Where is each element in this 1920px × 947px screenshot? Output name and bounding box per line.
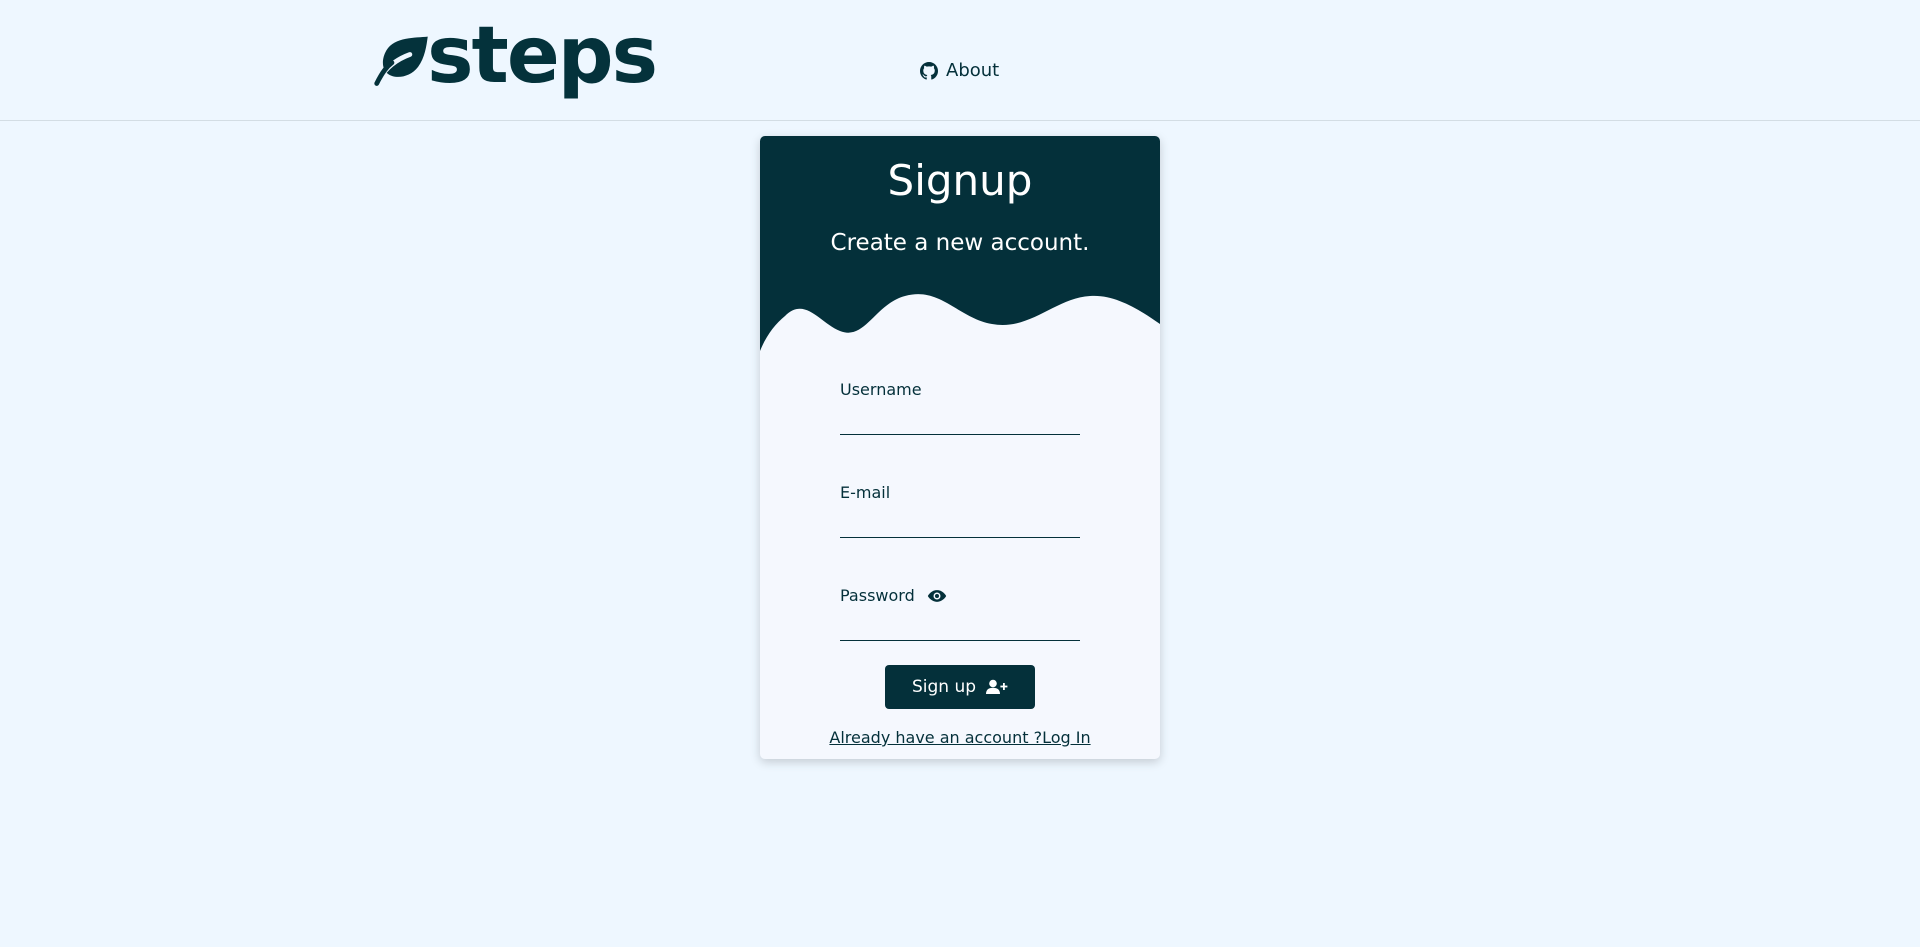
about-label: About <box>946 60 1000 81</box>
card-header: Signup Create a new account. <box>760 136 1160 356</box>
navbar: steps About <box>0 0 1920 121</box>
signup-button-label: Sign up <box>911 677 977 697</box>
logo[interactable]: steps <box>374 11 658 102</box>
card-title: Signup <box>887 156 1033 205</box>
password-field-group: Password <box>840 586 1080 641</box>
email-input[interactable] <box>840 508 1080 538</box>
about-link[interactable]: About <box>920 60 999 81</box>
username-label: Username <box>840 380 922 399</box>
password-input[interactable] <box>840 611 1080 641</box>
email-field-group: E-mail <box>840 483 1080 538</box>
eye-icon[interactable] <box>927 589 947 603</box>
username-field-group: Username <box>840 380 1080 435</box>
username-input[interactable] <box>840 405 1080 435</box>
password-label: Password <box>840 586 1080 605</box>
card-subtitle: Create a new account. <box>830 230 1090 256</box>
signup-button[interactable]: Sign up <box>885 665 1035 709</box>
signup-card: Signup Create a new account. Username E-… <box>760 136 1160 759</box>
login-link[interactable]: Already have an account ?Log In <box>760 728 1160 747</box>
github-icon <box>920 61 938 80</box>
user-plus-icon <box>986 679 1008 694</box>
logo-text: steps <box>427 11 658 101</box>
leaf-icon <box>374 36 428 86</box>
email-label: E-mail <box>840 483 891 502</box>
